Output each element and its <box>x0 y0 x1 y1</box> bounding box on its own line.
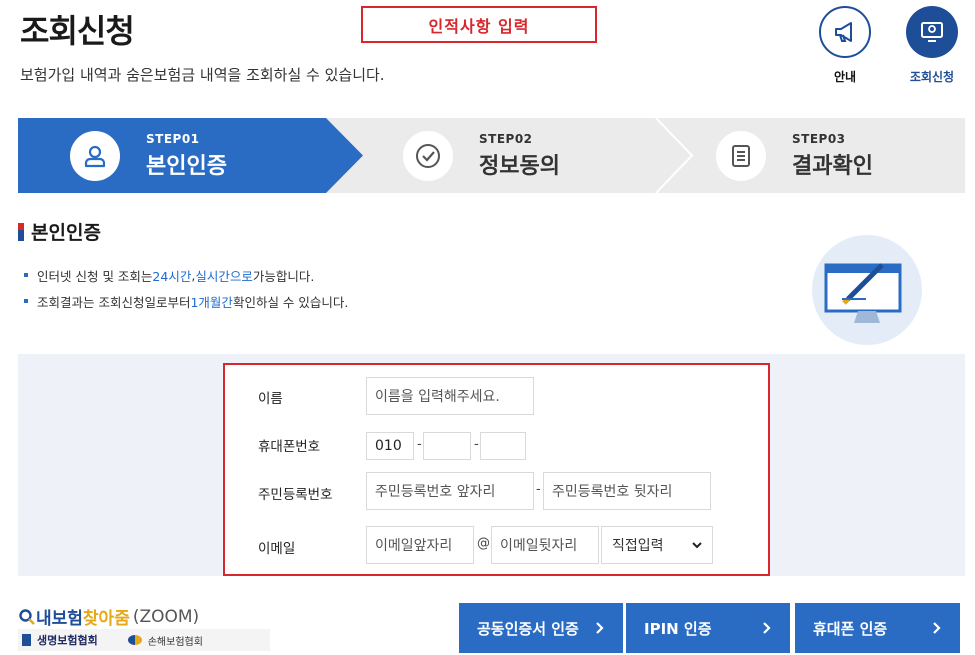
bullet-icon <box>24 273 28 277</box>
email-domain-select[interactable]: 직접입력 <box>601 526 713 564</box>
page-subtitle: 보험가입 내역과 숨은보험금 내역을 조회하실 수 있습니다. <box>20 66 385 84</box>
chevron-right-icon <box>596 622 604 634</box>
chevron-right-icon <box>763 622 771 634</box>
zoom-logo: 내보험 찾아줌 (ZOOM) <box>18 604 199 629</box>
rrn-separator: - <box>536 482 541 497</box>
computer-illustration <box>812 235 922 345</box>
check-icon <box>403 130 453 181</box>
step-number: STEP01 <box>146 131 200 146</box>
rrn-back-input[interactable]: 주민등록번호 뒷자리 <box>543 472 711 510</box>
step-result: STEP03 결과확인 <box>716 118 873 193</box>
name-label: 이름 <box>258 391 283 407</box>
email-label: 이메일 <box>258 541 296 557</box>
person-icon <box>70 130 120 181</box>
phone-last-input[interactable] <box>480 432 526 460</box>
email-domain-selected: 직접입력 <box>612 538 664 554</box>
step-consent: STEP02 정보동의 <box>403 118 560 193</box>
step-name: 결과확인 <box>792 153 873 179</box>
life-insurance-association: 생명보험협회 <box>37 634 98 647</box>
megaphone-icon <box>819 6 871 58</box>
step-name: 본인인증 <box>146 153 227 179</box>
rrn-front-input[interactable]: 주민등록번호 앞자리 <box>366 472 534 510</box>
ipin-auth-button[interactable]: IPIN 인증 <box>626 603 790 653</box>
phone-separator: - <box>417 437 422 452</box>
step-progress-bar: STEP01 본인인증 STEP02 정보동의 STEP03 결과확인 <box>18 118 965 193</box>
step-divider-icon <box>655 118 694 193</box>
magnifier-icon <box>19 608 35 625</box>
email-domain-input[interactable]: 이메일뒷자리 <box>491 526 599 564</box>
step-number: STEP02 <box>479 131 533 146</box>
document-icon <box>716 130 766 181</box>
non-life-insurance-logo-icon <box>127 635 142 645</box>
name-input[interactable]: 이름을 입력해주세요. <box>366 377 534 415</box>
section-title-text: 본인인증 <box>31 222 101 244</box>
section-title: 본인인증 <box>18 218 101 245</box>
email-local-input[interactable]: 이메일앞자리 <box>366 526 474 564</box>
non-life-insurance-association: 손해보험협회 <box>147 636 203 648</box>
monitor-icon <box>906 6 958 58</box>
guide-label: 안내 <box>833 70 857 84</box>
phone-prefix-select[interactable]: 010 <box>366 432 414 460</box>
association-logos: 생명보험협회 손해보험협회 <box>18 629 270 651</box>
chevron-down-icon <box>692 542 702 549</box>
guide-button[interactable]: 안내 <box>815 6 875 85</box>
page-title: 조회신청 <box>20 12 135 50</box>
notice-list: 인터넷 신청 및 조회는 24시간, 실시간으로 가능합니다. 조회결과는 조회… <box>24 262 348 314</box>
annotation-label: 인적사항 입력 <box>361 6 597 43</box>
life-insurance-logo-icon <box>22 634 31 646</box>
rrn-label: 주민등록번호 <box>258 487 333 503</box>
inquiry-request-button[interactable]: 조회신청 <box>902 6 962 85</box>
inquiry-request-label: 조회신청 <box>909 70 955 84</box>
notice-item: 인터넷 신청 및 조회는 24시간, 실시간으로 가능합니다. <box>24 262 348 288</box>
step-number: STEP03 <box>792 131 846 146</box>
phone-separator: - <box>474 437 479 452</box>
phone-label: 휴대폰번호 <box>258 439 321 455</box>
step-name: 정보동의 <box>479 153 560 179</box>
email-at-sign: @ <box>477 536 490 551</box>
phone-auth-button[interactable]: 휴대폰 인증 <box>795 603 960 653</box>
phone-middle-input[interactable] <box>423 432 471 460</box>
step-identity-verification: STEP01 본인인증 <box>70 118 227 193</box>
chevron-right-icon <box>933 622 941 634</box>
bullet-icon <box>24 299 28 303</box>
certificate-auth-button[interactable]: 공동인증서 인증 <box>459 603 623 653</box>
monitor-edit-icon <box>824 263 902 323</box>
notice-item: 조회결과는 조회신청일로부터 1개월간 확인하실 수 있습니다. <box>24 288 348 314</box>
section-title-bar <box>18 222 24 241</box>
